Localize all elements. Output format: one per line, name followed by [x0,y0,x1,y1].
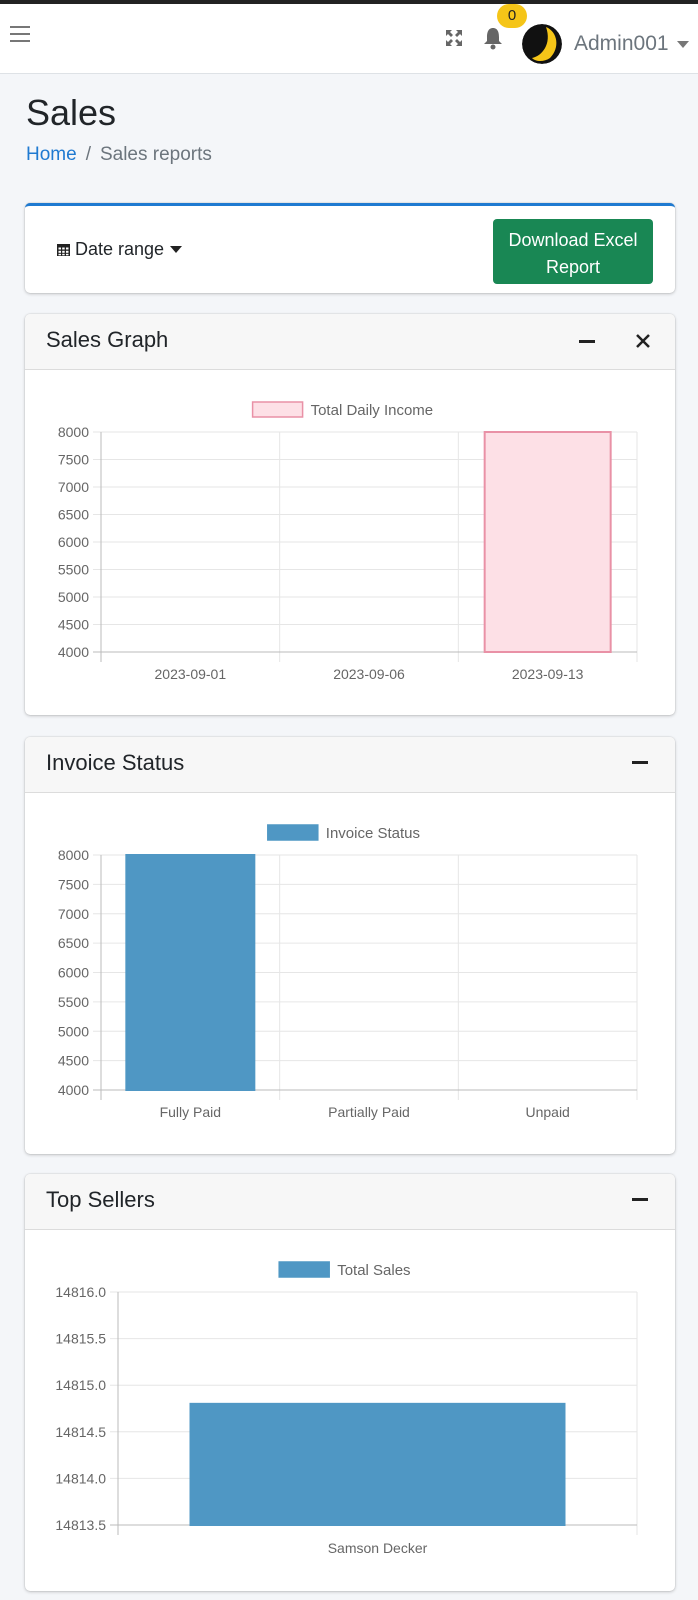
y-tick-label: 6500 [58,935,89,951]
top-sellers-title: Top Sellers [46,1187,155,1212]
bar [125,854,256,1091]
minimize-icon[interactable] [579,340,595,343]
sales-graph-card: Sales Graph Total Daily Income 8000 7500 70… [25,314,675,715]
x-tick-label: Samson Decker [328,1540,428,1556]
top-sellers-card: Top Sellers Total Sales 14816.0 14815.5 148… [25,1174,675,1591]
y-tick-label: 14814.0 [55,1470,106,1486]
y-tick-label: 5500 [58,994,89,1010]
x-tick-label: Fully Paid [160,1104,221,1120]
y-tick-label: 14814.5 [55,1424,106,1440]
user-name[interactable]: Admin001 [574,32,669,56]
minimize-icon[interactable] [632,761,648,764]
top-sellers-header: Top Sellers [25,1174,675,1230]
breadcrumb-current: Sales reports [99,144,212,165]
x-tick-label: 2023-09-06 [333,666,405,682]
legend-swatch [267,824,319,841]
caret-down-icon [170,246,183,253]
date-range-label: Date range [75,239,165,259]
sales-graph-chart: Total Daily Income 8000 7500 7000 6500 6000 55… [58,401,638,682]
sales-graph-header: Sales Graph [25,314,675,370]
y-tick-label: 5500 [58,562,89,578]
expand-icon[interactable] [444,28,464,48]
legend-label: Total Sales [337,1262,410,1279]
y-tick-label: 5000 [58,1023,89,1039]
breadcrumb: Home / Sales reports [26,144,212,166]
x-tick-label: Partially Paid [328,1104,410,1120]
x-tick-label: Unpaid [525,1104,569,1120]
y-tick-label: 4000 [58,644,89,660]
y-tick-label: 7500 [58,452,89,468]
y-tick-label: 6500 [58,507,89,523]
invoice-status-chart: Invoice Status 8000 7500 7000 6500 6000 5500 50… [58,824,638,1120]
notification-badge: 0 [497,4,527,28]
bar [483,431,612,653]
menu-icon[interactable] [10,26,30,46]
breadcrumb-home[interactable]: Home [26,144,77,165]
y-tick-label: 5000 [58,589,89,605]
y-tick-label: 14813.5 [55,1517,106,1533]
y-tick-label: 4500 [58,617,89,633]
minimize-icon[interactable] [632,1198,648,1201]
y-tick-label: 14815.0 [55,1377,106,1393]
x-tick-label: 2023-09-13 [512,666,584,682]
bar [189,1402,566,1526]
sales-graph-title: Sales Graph [46,327,169,352]
invoice-status-header: Invoice Status [25,737,675,793]
legend-swatch [251,401,304,418]
y-tick-label: 7500 [58,876,89,892]
avatar-icon[interactable] [522,24,562,64]
filter-card: Date range Download Excel Report [25,203,675,293]
page-title: Sales [26,92,117,133]
calendar-icon [57,244,70,256]
y-tick-label: 4500 [58,1053,89,1069]
y-tick-label: 14816.0 [55,1284,106,1300]
legend-swatch [278,1261,330,1278]
bell-icon[interactable] [482,26,504,50]
close-icon[interactable] [636,334,650,348]
x-tick-label: 2023-09-01 [155,666,227,682]
y-tick-label: 4000 [58,1082,89,1098]
legend-label: Invoice Status [326,825,420,842]
breadcrumb-separator: / [85,144,91,165]
invoice-status-card: Invoice Status Invoice Status 8000 7500 700… [25,737,675,1154]
top-sellers-chart: Total Sales 14816.0 14815.5 14815.0 14814.5 1… [55,1261,638,1556]
chevron-down-icon[interactable] [677,41,689,48]
legend-label: Total Daily Income [311,402,434,419]
y-tick-label: 8000 [58,424,89,440]
y-tick-label: 14815.5 [55,1331,106,1347]
date-range-dropdown[interactable]: Date range [56,239,183,260]
download-excel-button[interactable]: Download Excel Report [493,219,653,284]
y-tick-label: 6000 [58,965,89,981]
invoice-status-title: Invoice Status [46,750,185,775]
y-tick-label: 7000 [58,906,89,922]
top-navbar: 0 Admin001 [0,4,698,74]
y-tick-label: 6000 [58,534,89,550]
y-tick-label: 7000 [58,479,89,495]
y-tick-label: 8000 [58,847,89,863]
